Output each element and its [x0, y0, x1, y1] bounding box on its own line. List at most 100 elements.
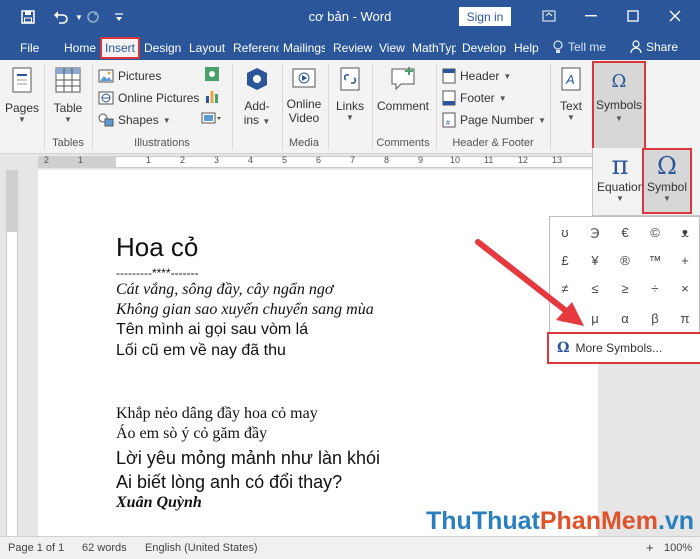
symbol-cell[interactable]: ∞	[550, 305, 580, 331]
globe-icon	[98, 91, 114, 105]
poem-line: Áo em sò ý cỏ găm đầy	[116, 425, 268, 442]
language-status[interactable]: English (United States)	[145, 542, 258, 554]
store-icon	[247, 68, 267, 90]
symbol-cell[interactable]: ×	[670, 275, 700, 301]
poem-line: Lối cũ em về nay đã thu	[116, 342, 286, 359]
shapes-button[interactable]: Shapes ▼	[98, 110, 171, 130]
footer-button[interactable]: Footer ▼	[442, 88, 507, 108]
pictures-button[interactable]: Pictures	[98, 66, 161, 86]
sign-in-button[interactable]: Sign in	[459, 7, 511, 26]
symbol-cell[interactable]: +	[670, 247, 700, 273]
tab-help[interactable]: Help	[514, 39, 539, 57]
ribbon-display-options-icon[interactable]	[536, 5, 562, 27]
poem-line: Cát vắng, sông đầy, cây ngẩn ngơ	[116, 281, 334, 298]
symbol-cell[interactable]: ™	[640, 247, 670, 273]
symbol-cell[interactable]: £	[550, 247, 580, 273]
footer-label: Footer	[460, 91, 495, 105]
close-icon[interactable]	[662, 5, 688, 27]
symbol-cell[interactable]: β	[640, 305, 670, 331]
undo-dropdown-icon[interactable]: ▼	[74, 7, 84, 27]
page-number-button[interactable]: # Page Number ▼	[442, 110, 546, 130]
shapes-dropdown-icon: ▼	[162, 115, 171, 125]
symbol-cell[interactable]: π	[670, 305, 700, 331]
tab-home[interactable]: Home	[64, 39, 96, 57]
tab-developer[interactable]: Develop	[462, 39, 506, 57]
chart-button[interactable]	[202, 88, 222, 107]
minimize-icon[interactable]	[578, 5, 604, 27]
comment-button[interactable]: Comment	[374, 66, 432, 113]
symbol-dropdown-icon: ▼	[663, 194, 671, 203]
tab-file[interactable]: File	[20, 39, 39, 57]
pictures-icon	[98, 69, 114, 83]
ruler-number: 13	[552, 155, 563, 165]
word-count[interactable]: 62 words	[82, 542, 127, 554]
divider	[328, 64, 329, 150]
symbol-button[interactable]: Ω Symbol ▼	[642, 148, 692, 214]
redo-icon[interactable]	[84, 7, 102, 27]
symbol-cell[interactable]: ÷	[640, 275, 670, 301]
ribbon-tabs: File Home Insert Design Layout Referenc …	[0, 34, 700, 60]
tab-review[interactable]: Review	[333, 39, 372, 57]
symbol-cell[interactable]: ©	[640, 219, 670, 245]
equation-button[interactable]: π Equation ▼	[597, 152, 644, 203]
tab-references[interactable]: Referenc	[233, 39, 279, 57]
add-ins-button[interactable]: Add- ins ▼	[236, 66, 278, 127]
symbol-cell[interactable]: ʊ	[550, 219, 580, 245]
undo-icon[interactable]	[50, 7, 72, 27]
tab-layout[interactable]: Layout	[189, 39, 225, 57]
symbol-cell[interactable]: ≠	[550, 275, 580, 301]
symbol-cell[interactable]: μ	[580, 305, 610, 331]
table-button[interactable]: Table ▼	[48, 66, 88, 124]
maximize-icon[interactable]	[620, 5, 646, 27]
more-symbols-button[interactable]: Ω More Symbols...	[547, 332, 700, 364]
tab-mailings[interactable]: Mailings	[283, 39, 325, 57]
symbol-cell[interactable]: ℈	[580, 219, 610, 245]
ruler-number: 12	[518, 155, 529, 165]
symbols-button[interactable]: Ω Symbols ▼	[592, 61, 646, 150]
symbol-cell[interactable]: α	[610, 305, 640, 331]
poem-author: Xuân Quỳnh	[116, 494, 202, 511]
symbol-label: Symbol	[646, 180, 687, 194]
zoom-level[interactable]: 100%	[664, 542, 692, 554]
symbol-cell[interactable]: ¥	[580, 247, 610, 273]
symbol-cell[interactable]: ≤	[580, 275, 610, 301]
table-label: Table	[53, 101, 83, 115]
watermark-part: ThuThuat	[426, 507, 540, 535]
online-video-button[interactable]: Online Video	[284, 66, 324, 125]
symbol-cell[interactable]: €	[610, 219, 640, 245]
share-label: Share	[646, 40, 679, 54]
footer-icon	[442, 90, 456, 106]
poem-line: Khắp nẻo dâng đầy hoa cỏ may	[116, 405, 318, 422]
tab-design[interactable]: Design	[144, 39, 181, 57]
vertical-ruler[interactable]	[0, 170, 22, 536]
links-button[interactable]: Links ▼	[332, 66, 368, 122]
page-number-icon: #	[442, 112, 456, 128]
ruler-number: 3	[214, 155, 220, 165]
save-icon[interactable]	[18, 7, 38, 27]
symbol-cell[interactable]: ®	[610, 247, 640, 273]
screenshot-button[interactable]	[198, 110, 226, 129]
tab-insert[interactable]: Insert	[100, 37, 140, 59]
pages-icon	[12, 67, 32, 93]
tab-mathtype[interactable]: MathTyp	[412, 39, 456, 57]
customize-toolbar-icon[interactable]	[112, 7, 126, 27]
zoom-in-icon[interactable]: +	[646, 540, 654, 555]
screenshot-icon	[201, 112, 221, 124]
page-count[interactable]: Page 1 of 1	[8, 542, 64, 554]
symbol-cell[interactable]: ≥	[610, 275, 640, 301]
poem-line: Không gian sao xuyến chuyển sang mùa	[116, 301, 374, 318]
symbol-cell[interactable]: ᴥ	[670, 219, 700, 245]
share-button[interactable]: Share	[630, 40, 678, 54]
pages-button[interactable]: Pages ▼	[4, 66, 40, 124]
poem-line: Lời yêu mỏng mảnh như làn khói	[116, 448, 381, 468]
tab-view[interactable]: View	[379, 39, 405, 57]
bar-chart-icon	[206, 91, 218, 103]
tell-me-search[interactable]: Tell me	[552, 40, 606, 54]
online-video-label-line2: Video	[288, 111, 320, 125]
document-page[interactable]: Hoa cỏ ---------****------- Cát vắng, sô…	[38, 170, 598, 536]
text-button[interactable]: A Text ▼	[554, 66, 588, 122]
add-ins-dropdown-icon: ▼	[262, 117, 271, 126]
online-pictures-button[interactable]: Online Pictures	[98, 88, 199, 108]
header-button[interactable]: Header ▼	[442, 66, 511, 86]
icons-button[interactable]	[202, 66, 222, 85]
